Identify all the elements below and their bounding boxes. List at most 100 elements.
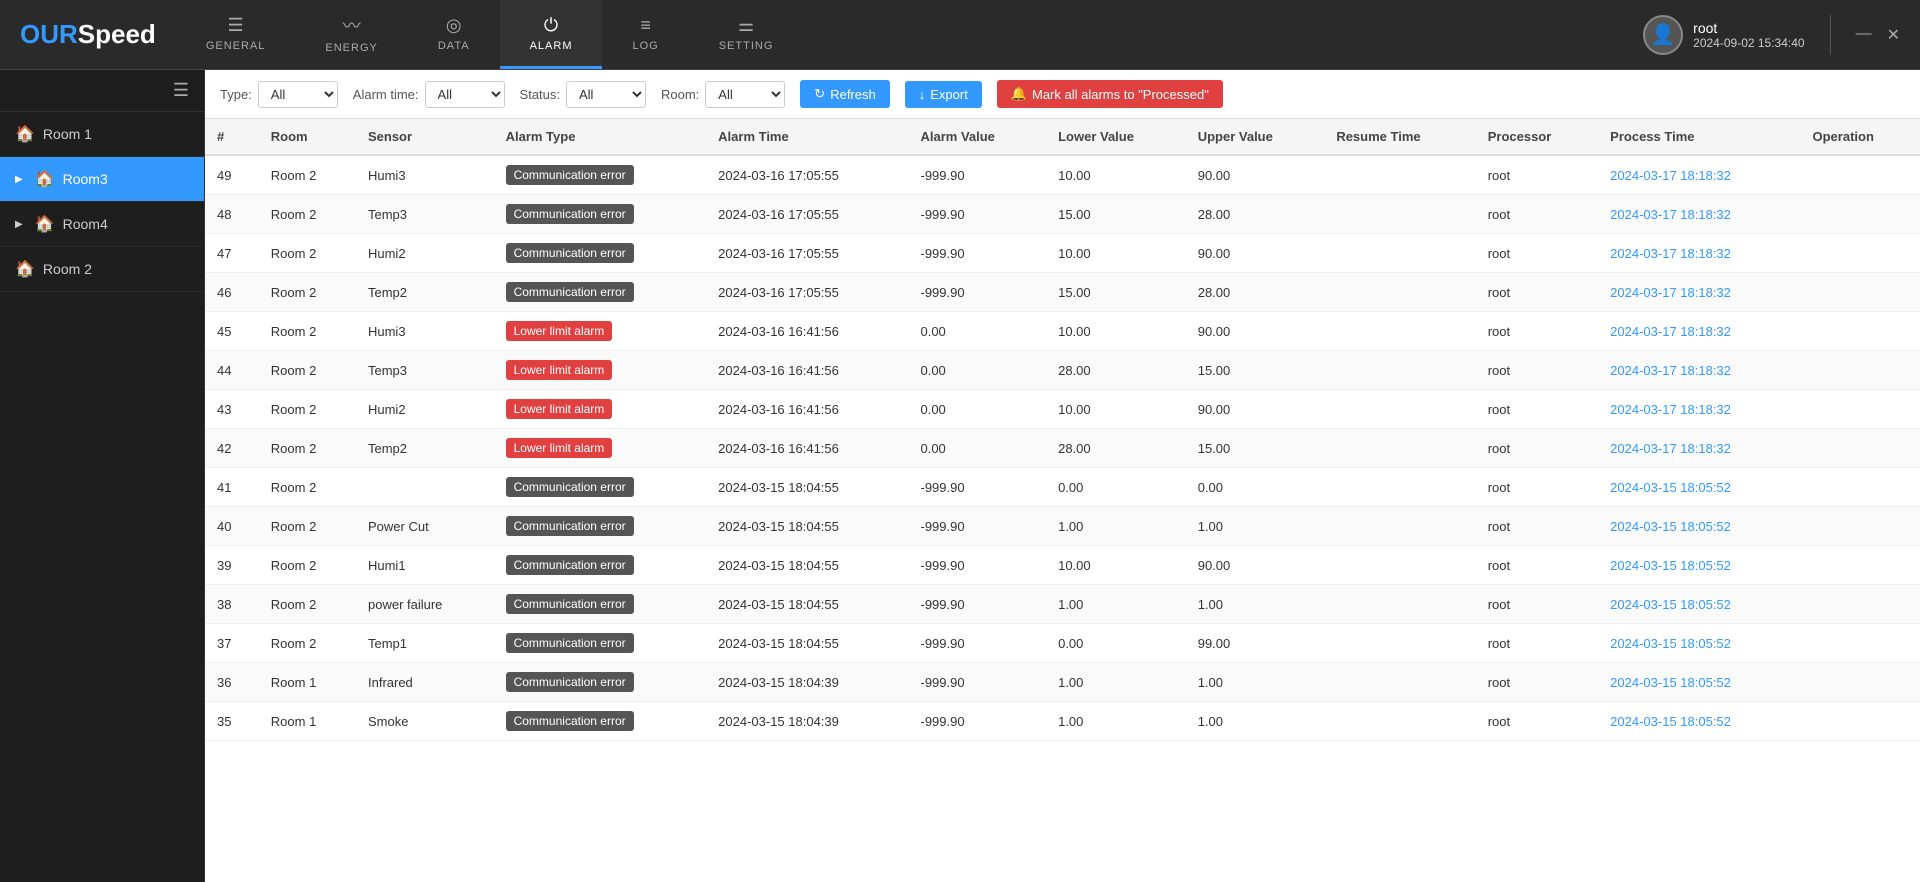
sidebar-item-room4[interactable]: ▶ 🏠 Room4 xyxy=(0,202,204,247)
status-select[interactable]: All xyxy=(566,81,646,108)
cell-operation[interactable] xyxy=(1801,273,1920,312)
sidebar-item-room3[interactable]: ▶ 🏠 Room3 xyxy=(0,157,204,202)
cell-num: 49 xyxy=(205,155,259,195)
cell-alarm-time: 2024-03-16 16:41:56 xyxy=(706,390,908,429)
cell-process-time: 2024-03-17 18:18:32 xyxy=(1598,155,1800,195)
cell-operation[interactable] xyxy=(1801,234,1920,273)
cell-alarm-value: -999.90 xyxy=(908,702,1046,741)
col-sensor: Sensor xyxy=(356,119,494,155)
cell-operation[interactable] xyxy=(1801,585,1920,624)
alarm-time-select[interactable]: All xyxy=(425,81,505,108)
cell-processor: root xyxy=(1476,155,1598,195)
cell-lower-value: 28.00 xyxy=(1046,429,1186,468)
cell-room: Room 2 xyxy=(259,546,356,585)
cell-processor: root xyxy=(1476,195,1598,234)
cell-sensor: Temp2 xyxy=(356,273,494,312)
sidebar-item-room1[interactable]: 🏠 Room 1 xyxy=(0,112,204,157)
room3-expand-icon: ▶ xyxy=(15,174,23,185)
cell-num: 40 xyxy=(205,507,259,546)
tab-alarm[interactable]: ⏻ ALARM xyxy=(500,0,603,69)
sidebar-item-room1-label: Room 1 xyxy=(43,126,92,142)
cell-operation[interactable] xyxy=(1801,663,1920,702)
cell-processor: root xyxy=(1476,702,1598,741)
cell-lower-value: 1.00 xyxy=(1046,507,1186,546)
cell-alarm-value: -999.90 xyxy=(908,155,1046,195)
header: OURSpeed ☰ GENERAL 〰 ENERGY ◎ DATA ⏻ ALA… xyxy=(0,0,1920,70)
filter-alarm-time: Alarm time: All xyxy=(353,81,505,108)
refresh-button[interactable]: ↻ Refresh xyxy=(800,80,889,108)
cell-room: Room 1 xyxy=(259,663,356,702)
cell-operation[interactable] xyxy=(1801,390,1920,429)
export-button[interactable]: ↓ Export xyxy=(905,81,982,108)
content-area: Type: All Alarm time: All Status: All Ro… xyxy=(205,70,1920,882)
cell-processor: root xyxy=(1476,351,1598,390)
avatar: 👤 xyxy=(1643,15,1683,55)
cell-sensor: Infrared xyxy=(356,663,494,702)
col-processor: Processor xyxy=(1476,119,1598,155)
cell-sensor: Temp3 xyxy=(356,351,494,390)
cell-operation[interactable] xyxy=(1801,624,1920,663)
cell-resume-time xyxy=(1324,468,1475,507)
cell-alarm-time: 2024-03-15 18:04:55 xyxy=(706,585,908,624)
cell-upper-value: 15.00 xyxy=(1186,429,1325,468)
cell-alarm-value: -999.90 xyxy=(908,663,1046,702)
tab-log[interactable]: ≡ LOG xyxy=(602,0,688,69)
cell-operation[interactable] xyxy=(1801,546,1920,585)
minimize-button[interactable]: — xyxy=(1856,25,1872,45)
cell-num: 38 xyxy=(205,585,259,624)
tab-alarm-label: ALARM xyxy=(530,40,573,52)
cell-resume-time xyxy=(1324,390,1475,429)
sidebar-item-room2[interactable]: 🏠 Room 2 xyxy=(0,247,204,292)
cell-num: 47 xyxy=(205,234,259,273)
type-select[interactable]: All xyxy=(258,81,338,108)
logo-our: OUR xyxy=(20,19,78,49)
cell-alarm-type: Communication error xyxy=(494,507,707,546)
col-resume-time: Resume Time xyxy=(1324,119,1475,155)
mark-all-button[interactable]: 🔔 Mark all alarms to "Processed" xyxy=(997,80,1223,108)
cell-resume-time xyxy=(1324,624,1475,663)
user-datetime: 2024-09-02 15:34:40 xyxy=(1693,36,1804,50)
close-button[interactable]: ✕ xyxy=(1887,25,1900,45)
room-select[interactable]: All xyxy=(705,81,785,108)
cell-lower-value: 1.00 xyxy=(1046,585,1186,624)
cell-upper-value: 28.00 xyxy=(1186,195,1325,234)
tab-energy[interactable]: 〰 ENERGY xyxy=(295,0,407,69)
cell-resume-time xyxy=(1324,351,1475,390)
cell-process-time: 2024-03-15 18:05:52 xyxy=(1598,585,1800,624)
cell-alarm-time: 2024-03-16 17:05:55 xyxy=(706,195,908,234)
cell-alarm-value: -999.90 xyxy=(908,468,1046,507)
table-row: 42 Room 2 Temp2 Lower limit alarm 2024-0… xyxy=(205,429,1920,468)
tab-general[interactable]: ☰ GENERAL xyxy=(176,0,296,69)
cell-resume-time xyxy=(1324,273,1475,312)
cell-lower-value: 10.00 xyxy=(1046,390,1186,429)
tab-data[interactable]: ◎ DATA xyxy=(408,0,500,69)
cell-operation[interactable] xyxy=(1801,312,1920,351)
sidebar-item-room4-label: Room4 xyxy=(63,216,108,232)
cell-resume-time xyxy=(1324,429,1475,468)
cell-upper-value: 15.00 xyxy=(1186,351,1325,390)
setting-icon: ⚌ xyxy=(738,15,754,36)
cell-process-time: 2024-03-17 18:18:32 xyxy=(1598,273,1800,312)
cell-operation[interactable] xyxy=(1801,507,1920,546)
cell-alarm-type: Communication error xyxy=(494,234,707,273)
cell-operation[interactable] xyxy=(1801,155,1920,195)
cell-alarm-time: 2024-03-16 16:41:56 xyxy=(706,429,908,468)
cell-operation[interactable] xyxy=(1801,351,1920,390)
cell-sensor: Humi3 xyxy=(356,155,494,195)
header-divider xyxy=(1830,15,1831,55)
cell-resume-time xyxy=(1324,195,1475,234)
cell-alarm-type: Communication error xyxy=(494,468,707,507)
cell-lower-value: 10.00 xyxy=(1046,155,1186,195)
cell-operation[interactable] xyxy=(1801,468,1920,507)
cell-operation[interactable] xyxy=(1801,429,1920,468)
menu-icon[interactable]: ☰ xyxy=(173,80,189,101)
user-info: 👤 root 2024-09-02 15:34:40 xyxy=(1643,15,1804,55)
cell-alarm-type: Communication error xyxy=(494,155,707,195)
cell-room: Room 2 xyxy=(259,195,356,234)
cell-operation[interactable] xyxy=(1801,702,1920,741)
tab-setting[interactable]: ⚌ SETTING xyxy=(689,0,804,69)
table-row: 39 Room 2 Humi1 Communication error 2024… xyxy=(205,546,1920,585)
cell-alarm-time: 2024-03-16 17:05:55 xyxy=(706,155,908,195)
cell-operation[interactable] xyxy=(1801,195,1920,234)
cell-alarm-type: Lower limit alarm xyxy=(494,429,707,468)
